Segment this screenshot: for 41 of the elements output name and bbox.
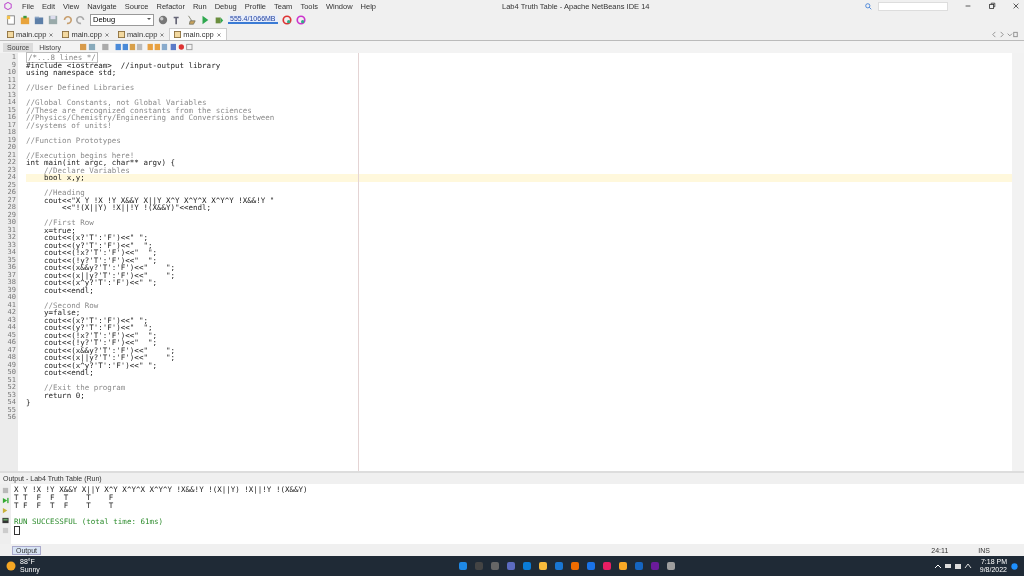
- close-icon[interactable]: [103, 31, 110, 38]
- redo-icon[interactable]: [76, 14, 86, 25]
- search-field[interactable]: [878, 1, 948, 11]
- app-logo-icon: [4, 2, 12, 10]
- file-icon: [7, 31, 14, 38]
- close-icon[interactable]: [1012, 2, 1020, 10]
- broom-icon[interactable]: [186, 14, 196, 25]
- new-file-icon[interactable]: [6, 14, 16, 25]
- tab-navigation-icon[interactable]: [990, 31, 1020, 38]
- stop-icon[interactable]: [2, 487, 9, 494]
- rerun-icon[interactable]: [2, 497, 9, 504]
- restore-icon[interactable]: [988, 2, 996, 10]
- open-folder-icon[interactable]: [34, 14, 44, 25]
- text-cursor: [14, 526, 20, 535]
- taskbar-app-icon[interactable]: [617, 561, 628, 571]
- system-tray-drawing[interactable]: [933, 562, 974, 570]
- taskbar-app-icon[interactable]: [521, 561, 532, 571]
- taskbar-app-icon[interactable]: [665, 561, 676, 571]
- run-icon[interactable]: [200, 14, 210, 25]
- profile-icon[interactable]: [295, 14, 306, 25]
- file-icon: [62, 31, 70, 38]
- close-icon[interactable]: [48, 31, 55, 38]
- file-icon: [174, 31, 182, 38]
- taskbar-app-icon[interactable]: [457, 561, 468, 571]
- file-icon: [117, 31, 125, 38]
- gc-icon[interactable]: [281, 14, 292, 25]
- globe-icon[interactable]: [158, 14, 168, 25]
- taskbar-app-icon[interactable]: [537, 561, 548, 571]
- close-icon[interactable]: [159, 31, 166, 38]
- close-icon[interactable]: [215, 31, 222, 38]
- undo-icon[interactable]: [62, 14, 72, 25]
- notification-icon[interactable]: [1011, 562, 1018, 570]
- save-icon[interactable]: [48, 14, 58, 25]
- run-again-icon[interactable]: [2, 507, 9, 514]
- search-icon: [865, 2, 872, 10]
- minimize-icon[interactable]: [964, 2, 972, 10]
- scrollbar[interactable]: [1012, 53, 1024, 471]
- terminal-icon[interactable]: [2, 517, 9, 524]
- weather-sun-icon[interactable]: [6, 561, 16, 571]
- taskbar-app-icon[interactable]: [569, 561, 580, 571]
- new-project-icon[interactable]: [20, 14, 30, 25]
